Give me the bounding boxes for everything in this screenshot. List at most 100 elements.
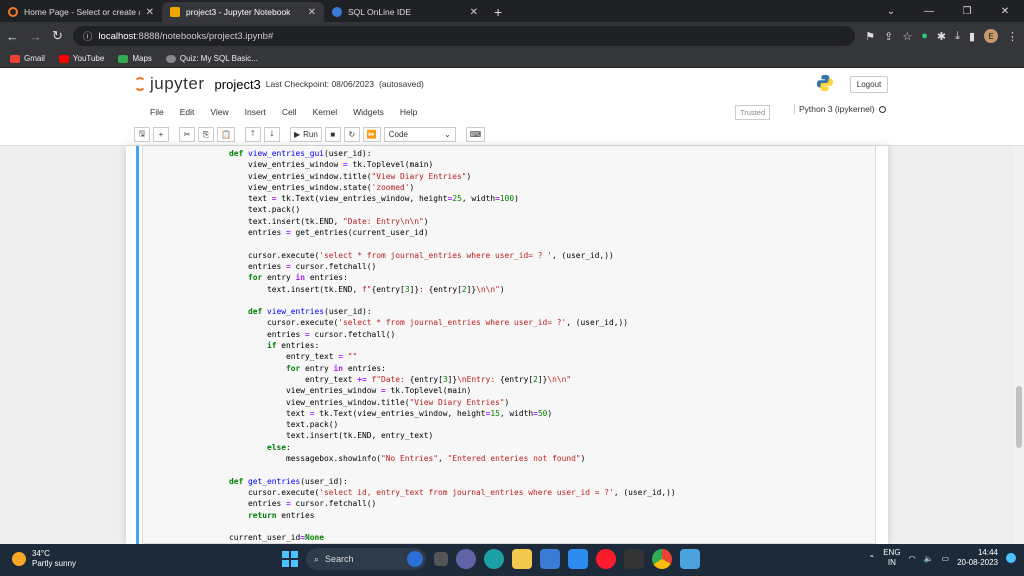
save-icon[interactable]: 🖫 [134,127,150,142]
close-tab-icon[interactable]: ✕ [308,7,316,18]
cut-icon[interactable]: ✂ [179,127,195,142]
python-logo-icon [816,74,834,92]
scrollbar-thumb[interactable] [1016,386,1022,448]
weather-widget[interactable]: 34°C Partly sunny [12,549,76,569]
jupyter-logo[interactable]: jupyter [134,74,205,94]
quiz-icon [165,54,176,63]
logout-button[interactable]: Logout [850,76,888,93]
notebook-favicon-icon [170,7,180,17]
info-icon[interactable]: ⓘ [83,29,93,43]
edge-icon[interactable] [484,549,504,569]
jupyter-logo-icon [134,77,146,91]
jupyter-menubar: File Edit View Insert Cell Kernel Widget… [0,100,1024,124]
profile-avatar[interactable]: E [984,29,998,43]
kernel-idle-icon [878,105,886,113]
puzzle-icon[interactable]: ✱ [937,30,946,43]
chevron-up-icon[interactable]: ⌃ [869,554,876,563]
move-down-icon[interactable]: 🡓 [263,127,280,142]
menu-file[interactable]: File [142,107,172,117]
reload-icon[interactable]: ↻ [52,28,63,44]
store-icon[interactable] [540,549,560,569]
kernel-indicator: Python 3 (ipykernel) [794,104,886,114]
download-icon[interactable]: ⤓ [955,30,960,43]
tab-search-icon[interactable]: ⌄ [872,0,910,22]
bookmark-youtube[interactable]: YouTube [58,54,104,63]
menu-kernel[interactable]: Kernel [305,107,346,117]
menu-insert[interactable]: Insert [237,107,274,117]
menu-cell[interactable]: Cell [274,107,305,117]
language-indicator[interactable]: ENG IN [883,548,900,568]
close-window-icon[interactable]: ✕ [986,0,1024,22]
restart-run-all-icon[interactable]: ⏩ [362,127,381,142]
tab-home-page[interactable]: Home Page - Select or create a n ✕ [0,2,162,22]
menu-view[interactable]: View [202,107,236,117]
copy-icon[interactable]: ⎘ [198,127,214,142]
run-icon: ▶ [293,130,301,139]
tab-project3[interactable]: project3 - Jupyter Notebook ✕ [162,2,324,22]
extension-icon[interactable]: ● [921,30,928,42]
translate-icon[interactable]: ⚑ [865,30,875,43]
cell-type-select[interactable]: Code ⌄ [383,127,456,142]
chrome-icon[interactable] [652,549,672,569]
interrupt-icon[interactable]: ■ [324,127,341,142]
chat-icon[interactable] [456,549,476,569]
sql-favicon-icon [332,7,342,17]
opera-icon[interactable] [596,549,616,569]
command-palette-icon[interactable]: ⌨ [465,127,486,142]
bookmark-gmail[interactable]: Gmail [10,54,45,63]
minimize-icon[interactable]: — [910,0,948,22]
forward-icon[interactable]: → [29,29,42,44]
notebook-name[interactable]: project3 [215,77,261,92]
image-app-icon[interactable] [680,549,700,569]
maps-icon [118,54,129,63]
temperature: 34°C [32,549,50,558]
taskbar-search[interactable]: ⌕ Search [306,548,426,570]
tab-title: project3 - Jupyter Notebook [186,7,291,17]
bookmark-star-icon[interactable]: ☆ [902,30,912,43]
sidepanel-icon[interactable]: ▮ [969,30,975,43]
wifi-icon[interactable]: ◠ [909,554,916,563]
jupyter-favicon-icon [8,7,18,17]
browser-tab-strip: Home Page - Select or create a n ✕ proje… [0,0,1024,22]
battery-icon[interactable]: ▭ [942,554,950,563]
tab-title: SQL OnLine IDE [348,7,411,17]
trusted-badge[interactable]: Trusted [735,105,771,120]
insert-cell-icon[interactable]: + [153,127,169,142]
restart-icon[interactable]: ↻ [343,127,360,142]
code-cell-input[interactable]: def view_entries_gui(user_id): view_entr… [142,146,876,544]
windows-start-icon[interactable] [282,551,298,567]
new-tab-button[interactable]: + [486,2,510,22]
menu-edit[interactable]: Edit [172,107,203,117]
notebook-toolbar: 🖫 + ✂ ⎘ 📋 🡑 🡓 ▶ Run ■ ↻ ⏩ Code ⌄ ⌨ [0,124,1024,146]
volume-icon[interactable]: 🔈 [924,554,934,563]
tab-sql-online[interactable]: SQL OnLine IDE ✕ [324,2,486,22]
move-up-icon[interactable]: 🡑 [244,127,261,142]
bookmarks-bar: Gmail YouTube Maps Quiz: My SQL Basic... [0,50,1024,68]
menu-widgets[interactable]: Widgets [345,107,392,117]
paste-icon[interactable]: 📋 [217,127,235,142]
code-editor[interactable]: def view_entries_gui(user_id): view_entr… [229,148,676,543]
menu-help[interactable]: Help [392,107,425,117]
task-view-icon[interactable] [434,552,448,566]
terminal-icon[interactable] [624,549,644,569]
weather-desc: Partly sunny [32,559,77,568]
bookmark-quiz[interactable]: Quiz: My SQL Basic... [165,54,258,63]
bookmark-maps[interactable]: Maps [118,54,152,63]
autosave-status: (autosaved) [379,79,424,89]
url-bar[interactable]: ⓘ localhost:8888/notebooks/project3.ipyn… [72,26,856,46]
close-tab-icon[interactable]: ✕ [146,7,154,18]
close-tab-icon[interactable]: ✕ [470,7,478,18]
run-button[interactable]: ▶ Run [289,127,322,142]
clock[interactable]: 14:44 20-08-2023 [957,548,998,568]
tab-title: Home Page - Select or create a n [24,7,140,17]
page-scrollbar[interactable] [1014,146,1024,544]
back-icon[interactable]: ← [6,29,19,44]
weather-sun-icon [12,552,26,566]
file-explorer-icon[interactable] [512,549,532,569]
restore-icon[interactable]: ❐ [948,0,986,22]
menu-kebab-icon[interactable]: ⋮ [1007,30,1018,43]
search-icon: ⌕ [314,553,320,564]
notification-icon[interactable] [1006,553,1016,563]
mail-icon[interactable] [568,549,588,569]
share-icon[interactable]: ⇪ [884,30,893,43]
